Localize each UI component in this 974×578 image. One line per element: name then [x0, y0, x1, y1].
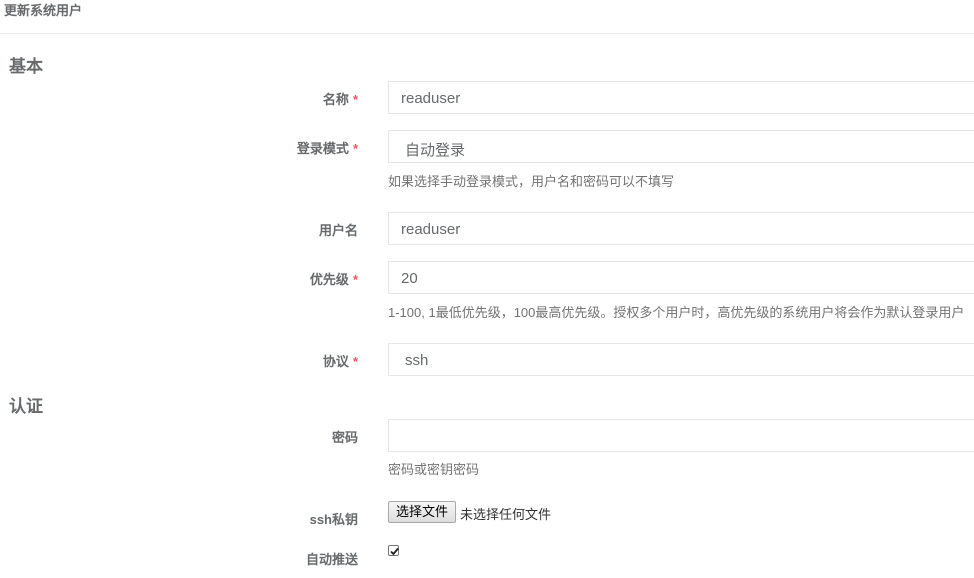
auto-push-label: 自动推送 [305, 552, 358, 567]
login-mode-help: 如果选择手动登录模式，用户名和密码可以不填写 [388, 174, 675, 189]
auto-push-checkbox[interactable] [388, 545, 399, 556]
page-header: 更新系统用户 [0, 0, 974, 34]
username-input[interactable]: readuser [388, 212, 974, 245]
login-mode-value: 自动登录 [405, 142, 466, 159]
required-marker: * [352, 354, 358, 369]
checkmark-icon [390, 547, 399, 556]
section-title-basic: 基本 [9, 57, 43, 76]
section-title-auth: 认证 [9, 397, 43, 416]
page-title: 更新系统用户 [4, 3, 83, 18]
name-label: 名称 * [322, 92, 358, 107]
required-marker: * [352, 272, 358, 287]
priority-input[interactable]: 20 [388, 261, 974, 294]
protocol-label: 协议 * [322, 354, 358, 369]
ssh-key-label: ssh私钥 [309, 512, 358, 527]
password-input[interactable] [388, 419, 974, 452]
password-help: 密码或密钥密码 [388, 462, 480, 477]
protocol-value: ssh [405, 352, 429, 369]
required-marker: * [352, 92, 358, 107]
choose-file-button[interactable]: 选择文件 [388, 501, 457, 523]
password-label: 密码 [331, 430, 358, 445]
priority-help: 1-100, 1最低优先级，100最高优先级。授权多个用户时，高优先级的系统用户… [388, 305, 965, 320]
name-input[interactable]: readuser [388, 81, 974, 114]
priority-value: 20 [401, 270, 418, 287]
login-mode-select[interactable]: 自动登录 [388, 130, 974, 163]
required-marker: * [352, 141, 358, 156]
protocol-select[interactable]: ssh [388, 343, 974, 376]
username-label: 用户名 [318, 223, 358, 238]
login-mode-label: 登录模式 * [296, 141, 358, 156]
file-status-text: 未选择任何文件 [460, 507, 552, 522]
username-value: readuser [401, 221, 461, 238]
priority-label: 优先级 * [309, 272, 358, 287]
name-value: readuser [401, 90, 461, 107]
page: 更新系统用户 基本 名称 * readuser 登录模式 * 自动登录 如果选择手动… [0, 0, 974, 578]
